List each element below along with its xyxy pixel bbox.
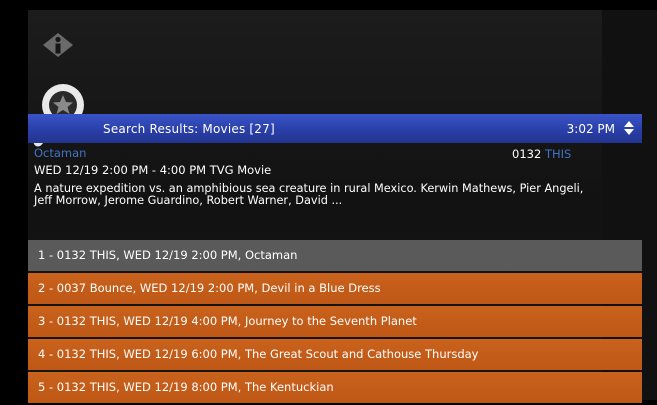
channel-info: 0132 THIS <box>512 147 571 161</box>
result-label: 1 - 0132 THIS, WED 12/19 2:00 PM, Octama… <box>38 248 298 262</box>
result-label: 5 - 0132 THIS, WED 12/19 8:00 PM, The Ke… <box>38 380 334 394</box>
channel-callsign: THIS <box>544 147 572 161</box>
result-row-1[interactable]: 1 - 0132 THIS, WED 12/19 2:00 PM, Octama… <box>28 240 642 271</box>
program-description: A nature expedition vs. an amphibious se… <box>34 182 584 207</box>
result-row-3[interactable]: 3 - 0132 THIS, WED 12/19 4:00 PM, Journe… <box>28 306 642 337</box>
result-row-5[interactable]: 5 - 0132 THIS, WED 12/19 8:00 PM, The Ke… <box>28 372 642 403</box>
clock: 3:02 PM <box>566 122 615 136</box>
result-row-4[interactable]: 4 - 0132 THIS, WED 12/19 6:00 PM, The Gr… <box>28 339 642 370</box>
page-title: Search Results: Movies [27] <box>103 122 275 136</box>
result-label: 2 - 0037 Bounce, WED 12/19 2:00 PM, Devi… <box>38 281 381 295</box>
result-label: 3 - 0132 THIS, WED 12/19 4:00 PM, Journe… <box>38 314 417 328</box>
program-title: Octaman <box>34 146 87 160</box>
program-airtime: WED 12/19 2:00 PM - 4:00 PM TVG Movie <box>34 163 272 177</box>
header-bar: Search Results: Movies [27] 3:02 PM <box>28 114 642 143</box>
info-icon[interactable] <box>41 31 75 59</box>
result-row-2[interactable]: 2 - 0037 Bounce, WED 12/19 2:00 PM, Devi… <box>28 273 642 304</box>
up-down-arrow-icon[interactable] <box>623 120 635 136</box>
channel-number: 0132 <box>512 147 542 161</box>
result-label: 4 - 0132 THIS, WED 12/19 6:00 PM, The Gr… <box>38 347 479 361</box>
results-list: 1 - 0132 THIS, WED 12/19 2:00 PM, Octama… <box>28 240 642 405</box>
program-title-line: Octaman <box>34 147 594 160</box>
